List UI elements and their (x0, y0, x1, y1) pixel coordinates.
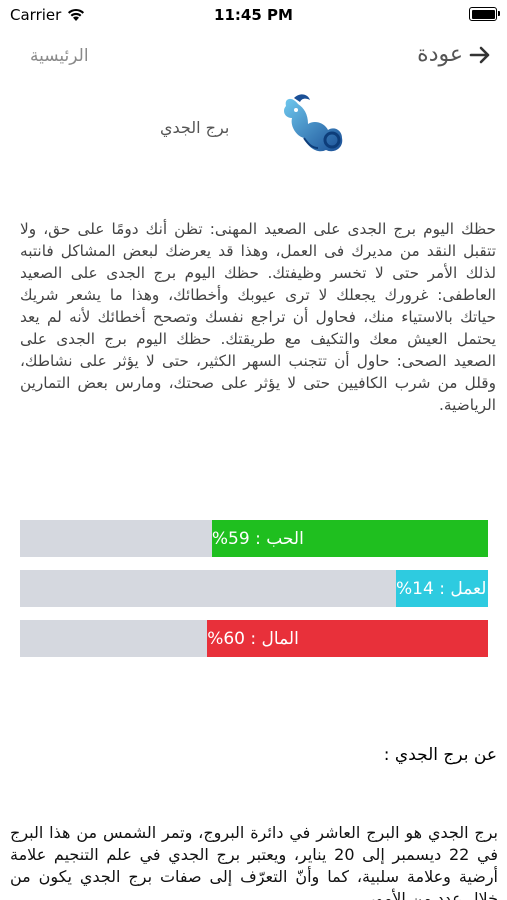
sign-name: برج الجدي (160, 118, 230, 137)
back-label: عودة (417, 42, 463, 67)
sign-header: برج الجدي (160, 92, 360, 162)
money-bar: المال : 60% (20, 620, 488, 657)
navigation-bar: الرئيسية عودة (0, 38, 507, 78)
score-bars: الحب : 59% العمل : 14% المال : 60% (20, 520, 492, 670)
status-bar: Carrier 11:45 PM (0, 0, 507, 30)
work-bar: العمل : 14% (20, 570, 492, 607)
arrow-right-icon (469, 46, 490, 63)
money-bar-fill: المال : 60% (207, 620, 488, 657)
love-bar-label: الحب : 59% (211, 528, 304, 549)
love-bar: الحب : 59% (20, 520, 488, 557)
horoscope-text: حظك اليوم برج الجدى على الصعيد المهنى: ت… (20, 220, 496, 414)
home-link[interactable]: الرئيسية (30, 46, 89, 66)
about-title: عن برج الجدي : (383, 745, 497, 765)
battery-icon (469, 7, 500, 21)
work-bar-fill: العمل : 14% (396, 570, 492, 607)
back-button[interactable]: عودة (417, 42, 491, 67)
work-bar-label: العمل : 14% (396, 578, 492, 599)
status-time: 11:45 PM (214, 6, 293, 24)
about-text: برج الجدي هو البرج العاشر في دائرة البرو… (10, 823, 498, 900)
capricorn-logo-icon (284, 94, 343, 152)
love-bar-fill: الحب : 59% (211, 520, 488, 557)
money-bar-label: المال : 60% (207, 628, 299, 649)
